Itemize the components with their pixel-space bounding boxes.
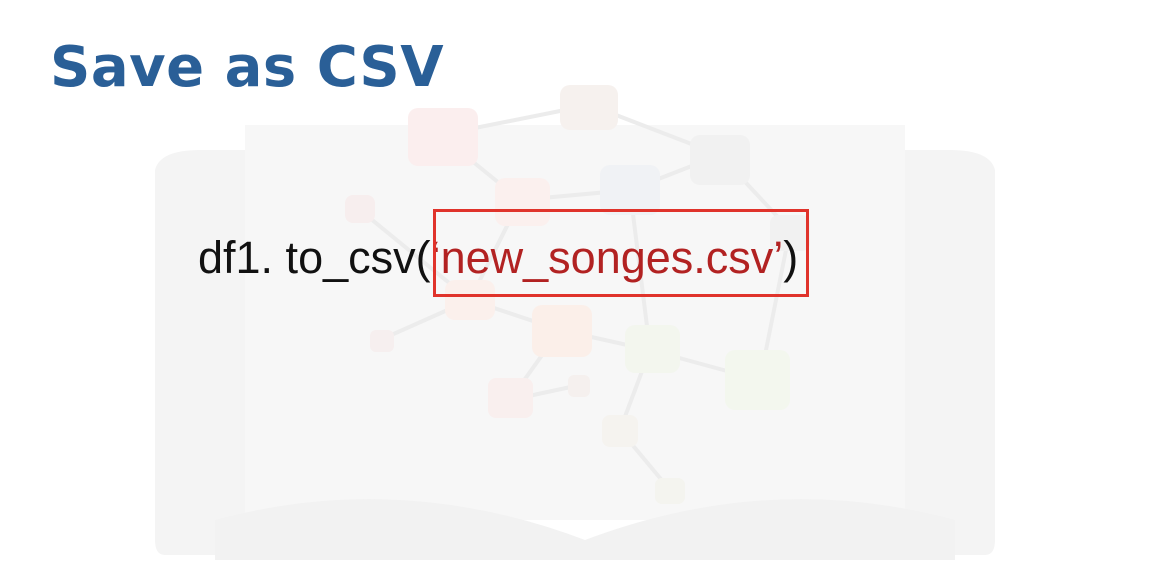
slide: Save as CSV df1. to_csv(‘new_songes.csv’… [0,0,1172,588]
slide-title: Save as CSV [50,35,445,100]
filename-highlight-box [433,209,809,297]
code-prefix: df1. to_csv( [198,232,431,283]
